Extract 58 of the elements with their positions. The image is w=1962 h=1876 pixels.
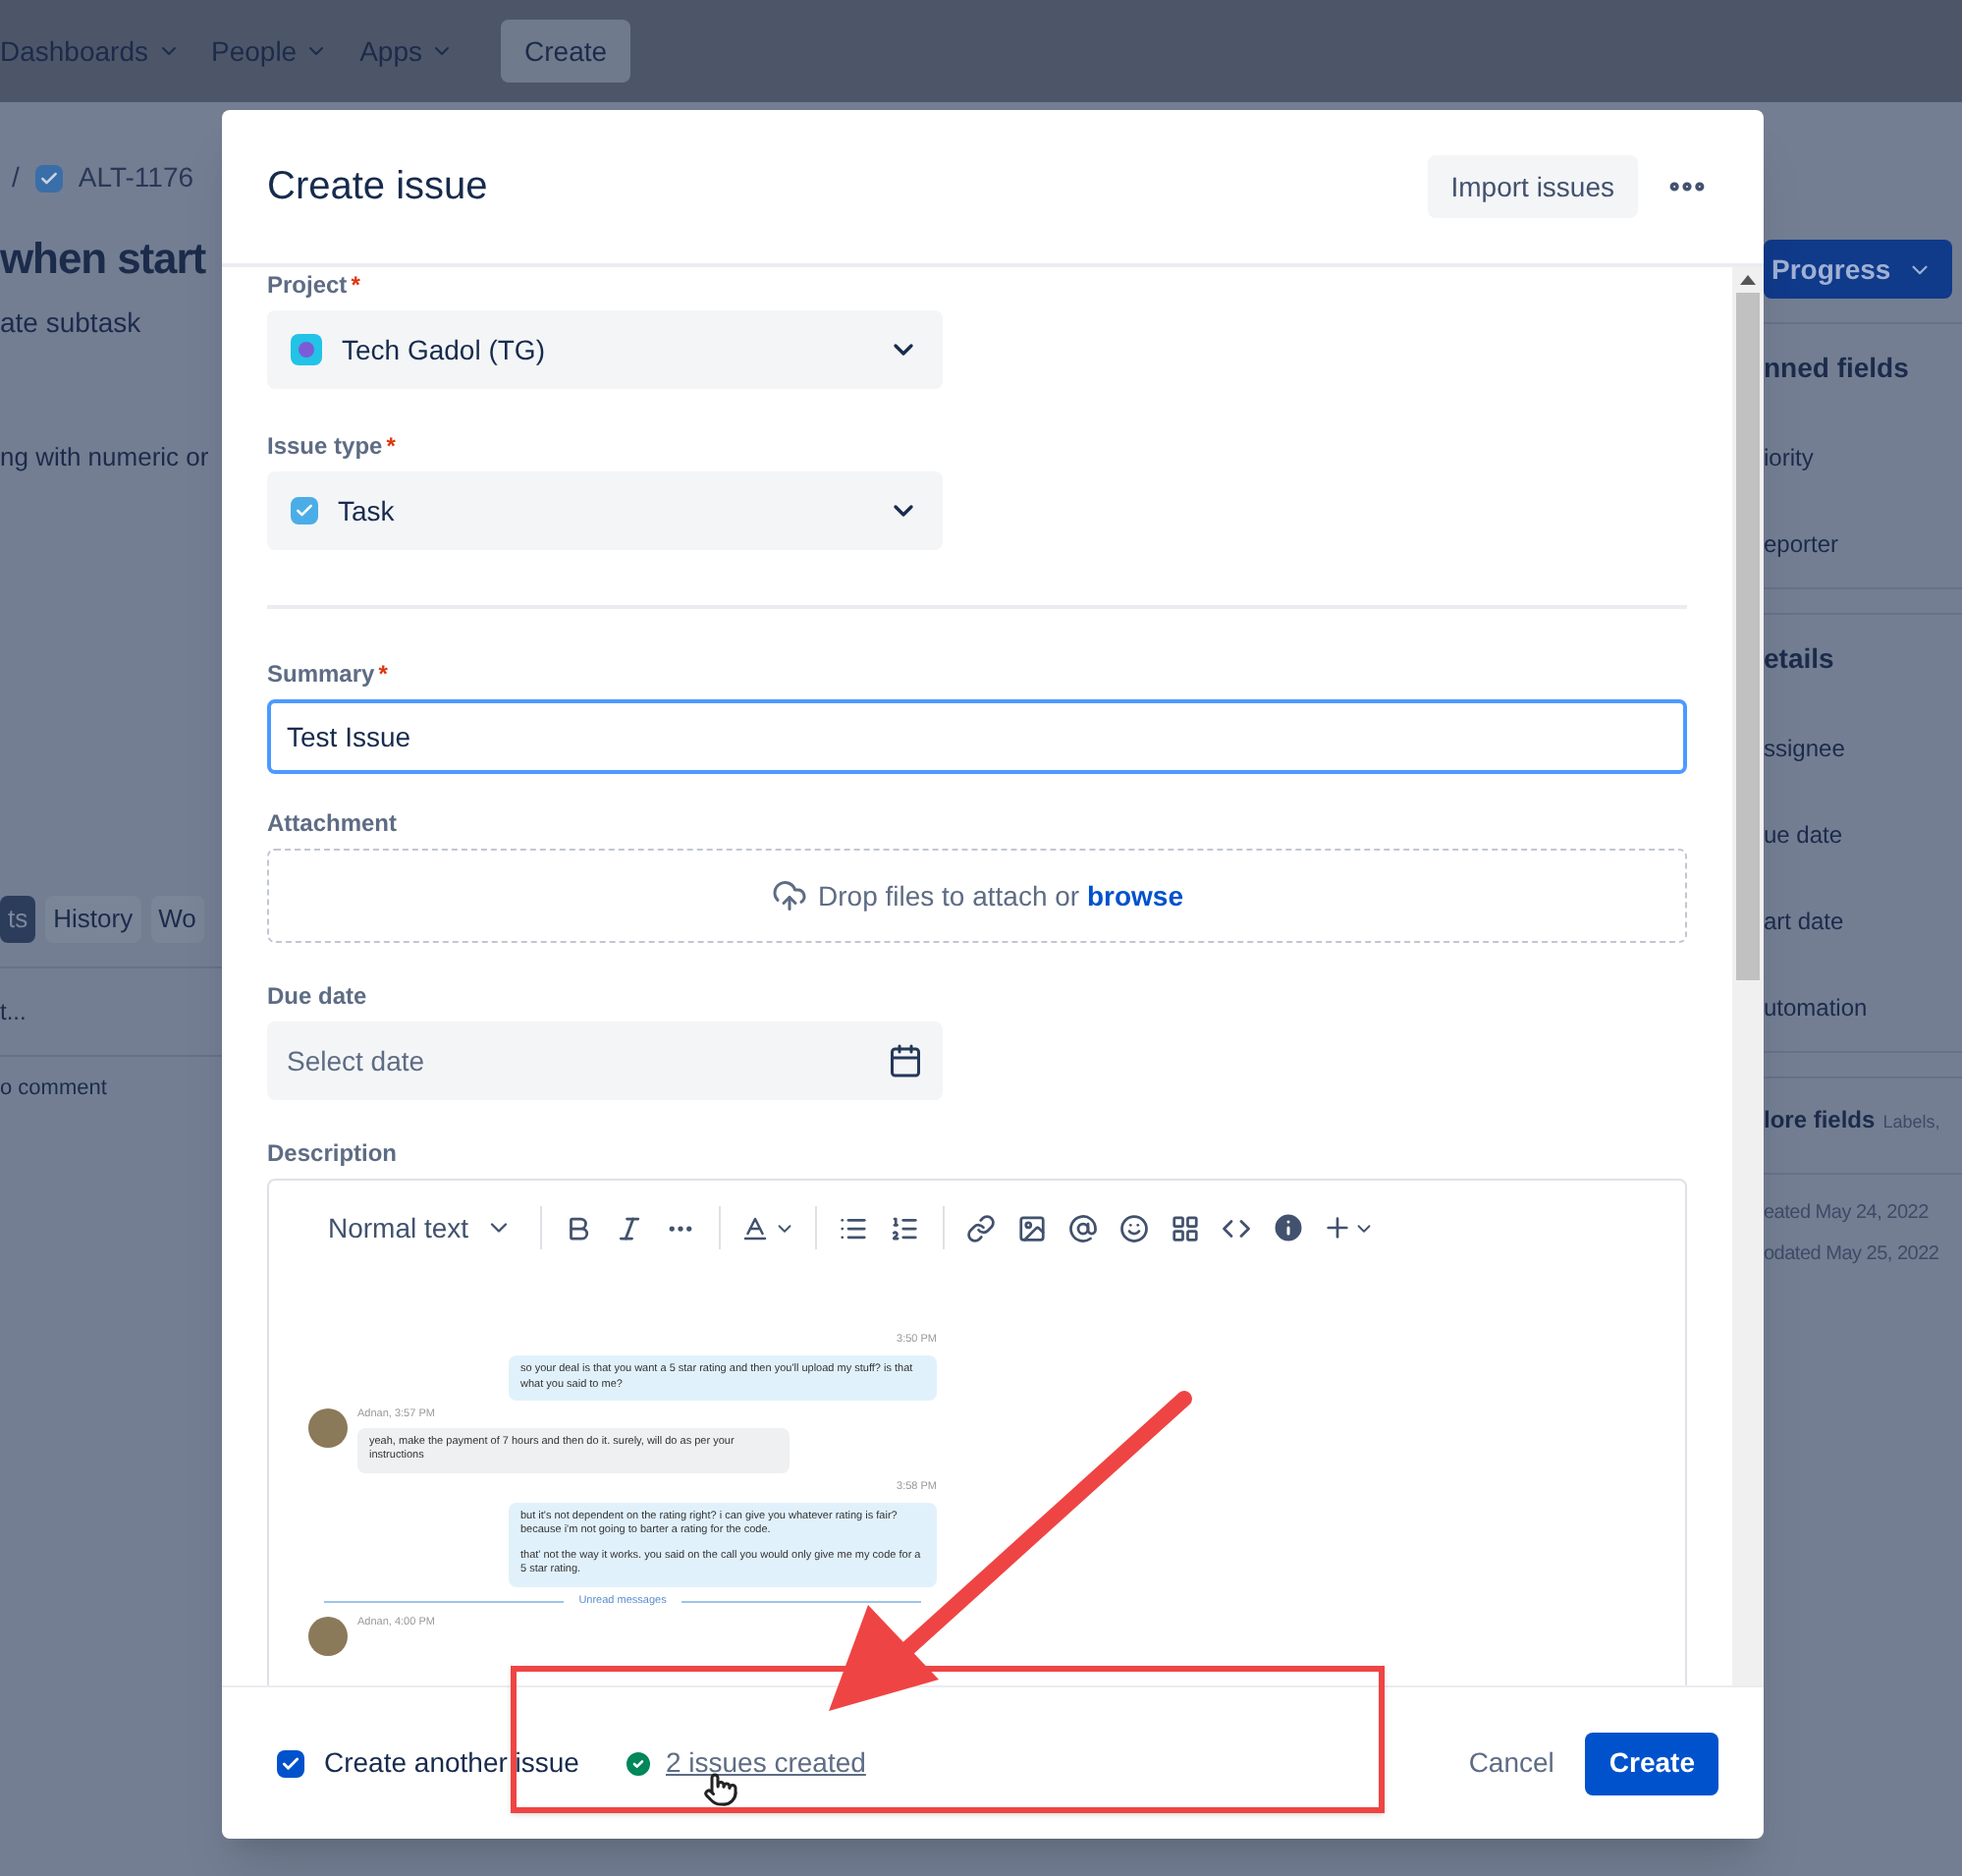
cancel-button[interactable]: Cancel <box>1444 1732 1578 1794</box>
create-subtask-button[interactable]: ate subtask <box>0 303 222 344</box>
description-editor[interactable] <box>267 1179 1687 1685</box>
summary-input[interactable]: Test Issue <box>267 699 1687 774</box>
dialog-title: Create issue <box>267 163 490 212</box>
section-heading: nned fields <box>1764 350 1909 387</box>
field-label: eporter <box>1764 528 1841 562</box>
activity-tab[interactable]: History <box>45 895 141 942</box>
upload-cloud-icon <box>771 878 807 913</box>
attachment-dropzone[interactable]: Drop files to attach or browse <box>267 849 1687 943</box>
field-label: Issue type <box>267 430 383 464</box>
field-label: Due date <box>267 980 367 1014</box>
scrollbar[interactable] <box>1732 267 1764 1685</box>
create-another-checkbox[interactable] <box>277 1749 304 1777</box>
issues-created-link[interactable]: 2 issues created <box>665 1742 866 1784</box>
browse-link[interactable]: browse <box>1086 879 1183 910</box>
comment-hint: o comment <box>0 1074 109 1103</box>
required-mark: * <box>386 430 396 464</box>
hand-cursor-icon <box>703 1772 738 1807</box>
field-label: utomation <box>1764 992 1870 1025</box>
calendar-icon <box>888 1043 923 1078</box>
section-heading: etails <box>1764 640 1834 678</box>
issue-title: when start <box>0 232 206 287</box>
create-another-label: Create another issue <box>324 1744 579 1782</box>
create-button[interactable]: Create <box>1585 1732 1718 1794</box>
field-label: Attachment <box>267 807 398 841</box>
field-label: Project <box>267 269 348 303</box>
scroll-up-arrow-icon <box>1740 275 1756 285</box>
breadcrumb-separator: / <box>12 159 20 196</box>
project-avatar-icon <box>291 334 322 365</box>
field-label: Summary <box>267 658 375 691</box>
field-label: ue date <box>1764 819 1845 853</box>
required-mark: * <box>378 658 388 691</box>
field-label: art date <box>1764 906 1846 939</box>
create-button[interactable]: Create <box>501 20 631 83</box>
import-issues-button[interactable]: Import issues <box>1427 155 1638 218</box>
activity-tab[interactable]: ts <box>0 895 36 942</box>
text-style-dropdown[interactable]: Normal text <box>312 1207 528 1248</box>
task-icon <box>34 164 63 192</box>
issue-key-link[interactable]: ALT-1176 <box>78 157 194 198</box>
issue-description: ng with numeric or <box>0 440 211 475</box>
field-label: ssignee <box>1764 733 1847 766</box>
section-heading: lore fields <box>1764 1104 1876 1137</box>
plus-icon <box>1321 1212 1353 1243</box>
activity-tab[interactable]: Wo <box>150 895 204 942</box>
dropzone-text: Drop files to attach or browse <box>818 877 1183 915</box>
success-check-icon <box>622 1747 654 1779</box>
select-field[interactable]: Task <box>267 471 943 550</box>
task-icon <box>291 497 318 524</box>
field-label: Description <box>267 1137 398 1171</box>
field-label: iority <box>1764 442 1816 475</box>
date-field[interactable]: Select date <box>267 1021 943 1100</box>
select-field[interactable]: Tech Gadol (TG) <box>267 310 943 389</box>
checkmark-icon <box>281 1753 300 1773</box>
required-mark: * <box>351 269 360 303</box>
text-color-icon <box>739 1213 770 1242</box>
status-button[interactable]: Progress <box>1764 240 1952 299</box>
comment-field[interactable]: t... <box>0 997 27 1024</box>
